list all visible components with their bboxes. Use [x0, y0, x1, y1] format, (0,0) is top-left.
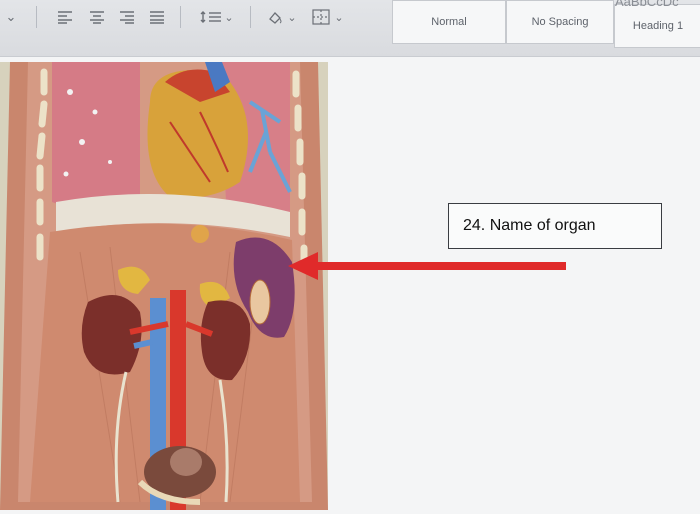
question-label-box[interactable]: 24. Name of organ — [448, 203, 662, 249]
question-label: 24. Name of organ — [463, 217, 596, 234]
pointer-arrow — [288, 252, 566, 280]
